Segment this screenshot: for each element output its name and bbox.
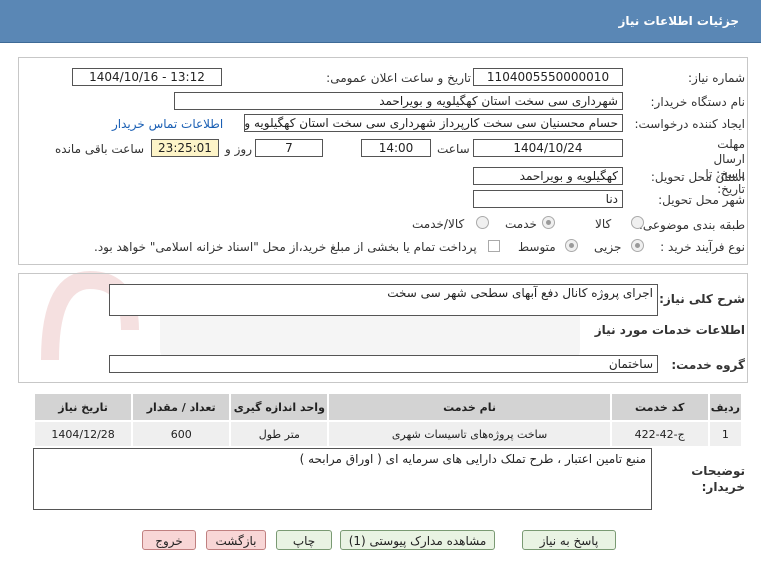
page-title: جزئیات اطلاعات نیاز — [618, 14, 739, 28]
announce-field: 1404/10/16 - 13:12 — [72, 68, 222, 86]
table-header: واحد اندازه گیری — [229, 392, 330, 422]
deadline-label: مهلت ارسال پاسخ: تا تاریخ: — [705, 137, 745, 196]
need-number-field: 1104005550000010 — [473, 68, 623, 86]
attachments-button[interactable]: مشاهده مدارک پیوستی (1) — [340, 530, 495, 550]
summary-field: اجرای پروژه کانال دفع آبهای سطحی شهر سی … — [109, 284, 658, 316]
print-button[interactable]: چاپ — [276, 530, 332, 550]
purchase-radio-minor[interactable] — [631, 239, 644, 252]
table-row: 1 ج-42-422 ساخت پروژه‌های تاسیسات شهری م… — [32, 420, 744, 448]
need-number-label: شماره نیاز: — [688, 71, 745, 85]
table-cell: ج-42-422 — [609, 420, 710, 448]
purchase-option-medium: متوسط — [518, 240, 556, 254]
table-header: ردیف — [707, 392, 744, 422]
remaining-label: ساعت باقی مانده — [55, 142, 145, 156]
province-field: کهگیلویه و بویراحمد — [473, 167, 623, 185]
table-cell: متر طول — [229, 420, 330, 448]
treasury-payment-checkbox[interactable] — [488, 240, 500, 252]
exit-button[interactable]: خروج — [142, 530, 196, 550]
purchase-type-label: نوع فرآیند خرید : — [660, 240, 745, 254]
category-label: طبقه بندی موضوعی: — [638, 218, 745, 232]
services-section-title: اطلاعات خدمات مورد نیاز — [594, 323, 745, 337]
services-table: ردیف کد خدمت نام خدمت واحد اندازه گیری ت… — [32, 392, 744, 448]
category-option-goods: کالا — [595, 217, 612, 231]
service-group-field: ساختمان — [109, 355, 658, 373]
remaining-time-field: 23:25:01 — [151, 139, 219, 157]
announce-label: تاریخ و ساعت اعلان عمومی: — [326, 71, 471, 85]
table-header: تعداد / مقدار — [131, 392, 232, 422]
table-cell: 1 — [707, 420, 744, 448]
table-header: نام خدمت — [327, 392, 612, 422]
category-radio-goods[interactable] — [631, 216, 644, 229]
deadline-time-label: ساعت — [437, 142, 470, 156]
category-radio-both[interactable] — [476, 216, 489, 229]
summary-label: شرح کلی نیاز: — [659, 292, 745, 306]
days-label: روز و — [225, 142, 252, 156]
category-option-both: کالا/خدمت — [412, 217, 465, 231]
category-radio-service[interactable] — [542, 216, 555, 229]
table-header: تاریخ نیاز — [32, 392, 134, 422]
buyer-field: شهرداری سی سخت استان کهگیلویه و بویراحمد — [174, 92, 623, 110]
buyer-label: نام دستگاه خریدار: — [650, 95, 746, 109]
city-label: شهر محل تحویل: — [658, 193, 745, 207]
service-group-label: گروه خدمت: — [671, 358, 745, 372]
page-header: جزئیات اطلاعات نیاز — [0, 0, 761, 43]
buyer-contact-link[interactable]: اطلاعات تماس خریدار — [112, 117, 223, 131]
table-cell: ساخت پروژه‌های تاسیسات شهری — [327, 420, 612, 448]
deadline-time-field: 14:00 — [361, 139, 431, 157]
province-label: استان محل تحویل: — [650, 170, 745, 184]
info-panel — [18, 57, 748, 265]
city-field: دنا — [473, 190, 623, 208]
table-cell: 1404/12/28 — [32, 420, 134, 448]
creator-field: حسام محسنیان سی سخت کارپرداز شهرداری سی … — [244, 114, 623, 132]
deadline-date-field: 1404/10/24 — [473, 139, 623, 157]
reply-button[interactable]: پاسخ به نیاز — [522, 530, 616, 550]
creator-label: ایجاد کننده درخواست: — [634, 117, 745, 131]
purchase-option-minor: جزیی — [594, 240, 622, 254]
notes-field: منبع تامین اعتبار ، طرح تملک دارایی های … — [33, 448, 652, 510]
back-button[interactable]: بازگشت — [206, 530, 266, 550]
table-cell: 600 — [131, 420, 232, 448]
notes-label: توضیحات خریدار: — [691, 464, 745, 494]
purchase-radio-medium[interactable] — [565, 239, 578, 252]
table-header: کد خدمت — [609, 392, 710, 422]
treasury-payment-note: پرداخت تمام یا بخشی از مبلغ خرید،از محل … — [94, 240, 477, 254]
days-field: 7 — [255, 139, 323, 157]
category-option-service: خدمت — [505, 217, 537, 231]
